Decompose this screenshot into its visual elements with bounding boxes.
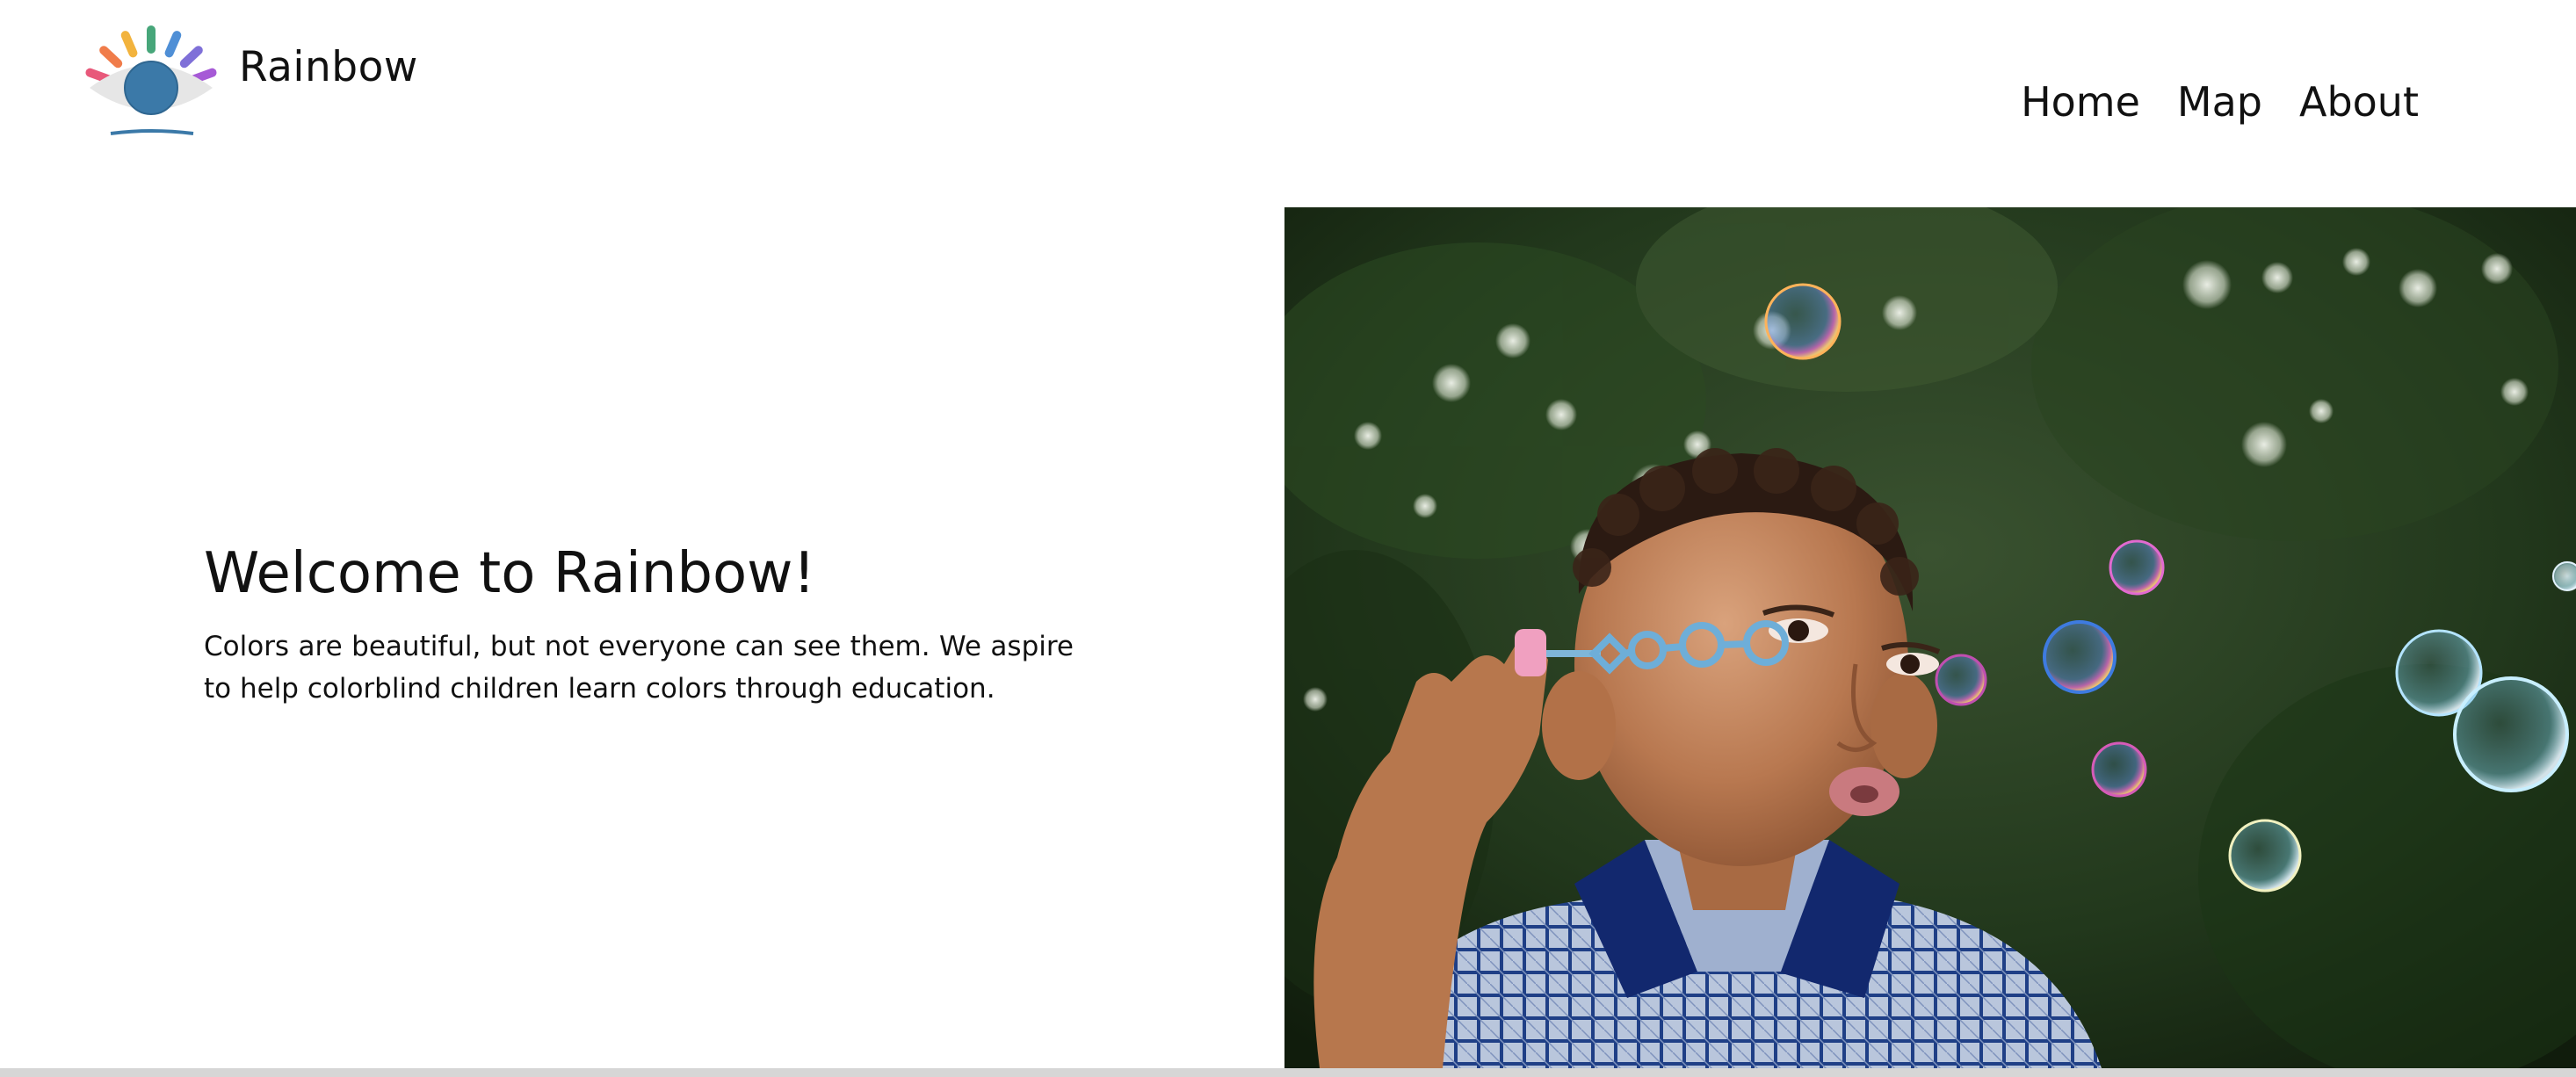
- main-nav: Home Map About: [2021, 72, 2419, 132]
- nav-home-link[interactable]: Home: [2021, 72, 2140, 132]
- site-header: Rainbow Home Map About: [0, 0, 2576, 207]
- brand-home-link[interactable]: Rainbow: [65, 25, 418, 139]
- logo-ray: [120, 31, 138, 58]
- logo-ray: [179, 46, 203, 69]
- hero-text-section: Welcome to Rainbow! Colors are beautiful…: [204, 536, 1074, 710]
- logo-ray: [164, 31, 182, 58]
- page-bottom-divider: [0, 1068, 2576, 1077]
- brand-name: Rainbow: [239, 42, 418, 91]
- logo-ray: [99, 46, 123, 69]
- nav-map-link[interactable]: Map: [2177, 72, 2262, 132]
- hero-photo: [1284, 207, 2576, 1068]
- page: Rainbow Home Map About Welcome to Rainbo…: [0, 0, 2576, 1077]
- nav-about-link[interactable]: About: [2299, 72, 2419, 132]
- hero-description: Colors are beautiful, but not everyone c…: [204, 631, 1074, 705]
- child-blowing-bubbles-image: [1284, 207, 2576, 1068]
- rainbow-eye-logo-icon: [85, 25, 217, 135]
- hero-title: Welcome to Rainbow!: [204, 541, 816, 606]
